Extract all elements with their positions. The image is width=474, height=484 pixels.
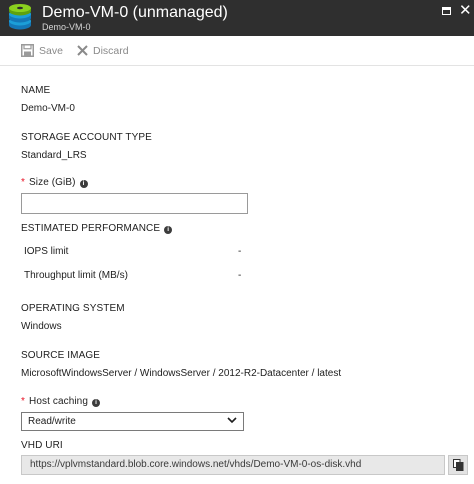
size-label: Size (GiB) [29,177,76,188]
vhd-uri-field[interactable]: https://vplvmstandard.blob.core.windows.… [21,455,445,475]
required-marker: * [21,177,25,188]
vhd-uri-label: VHD URI [21,440,63,451]
vhd-uri-value: https://vplvmstandard.blob.core.windows.… [30,459,362,470]
source-image-label: SOURCE IMAGE [21,350,100,361]
os-value: Windows [21,321,62,332]
window-subtitle: Demo-VM-0 [42,22,91,32]
required-marker: * [21,396,25,407]
copy-icon [453,459,464,471]
maximize-icon[interactable] [442,7,451,15]
window-title: Demo-VM-0 (unmanaged) [42,4,228,21]
size-input[interactable] [21,193,248,214]
info-icon[interactable]: i [92,399,101,407]
save-icon [21,44,34,57]
iops-row: IOPS limit - [24,246,244,258]
iops-label: IOPS limit [24,246,69,257]
discard-label: Discard [93,45,129,57]
discard-icon [77,45,88,56]
host-caching-label: Host caching [29,396,89,407]
throughput-row: Throughput limit (MB/s) - [24,270,244,282]
size-label-row: * Size (GiB) i [21,177,88,189]
throughput-label: Throughput limit (MB/s) [24,270,128,281]
chevron-down-icon [227,417,237,424]
storage-type-value: Standard_LRS [21,150,87,161]
name-label: NAME [21,85,51,96]
info-icon[interactable]: i [79,180,88,188]
iops-value: - [238,246,242,257]
close-icon[interactable]: ✕ [459,3,472,19]
discard-button[interactable]: Discard [77,44,133,58]
estimated-performance-label: ESTIMATED PERFORMANCE [21,223,161,234]
save-label: Save [39,45,63,57]
copy-button[interactable] [448,455,468,475]
info-icon[interactable]: i [164,226,173,234]
source-image-value: MicrosoftWindowsServer / WindowsServer /… [21,368,342,379]
save-button[interactable]: Save [21,44,67,58]
perf-label-row: ESTIMATED PERFORMANCE i [21,223,173,235]
os-label: OPERATING SYSTEM [21,303,125,314]
disk-stack-icon [9,4,31,30]
command-bar: Save Discard [0,37,474,66]
name-value: Demo-VM-0 [21,103,75,114]
host-caching-selected: Read/write [28,416,76,427]
throughput-value: - [238,270,242,281]
title-bar: Demo-VM-0 (unmanaged) Demo-VM-0 ✕ [0,0,474,36]
storage-type-label: STORAGE ACCOUNT TYPE [21,132,152,143]
host-caching-label-row: * Host caching i [21,396,101,408]
host-caching-select[interactable]: Read/write [21,412,244,431]
